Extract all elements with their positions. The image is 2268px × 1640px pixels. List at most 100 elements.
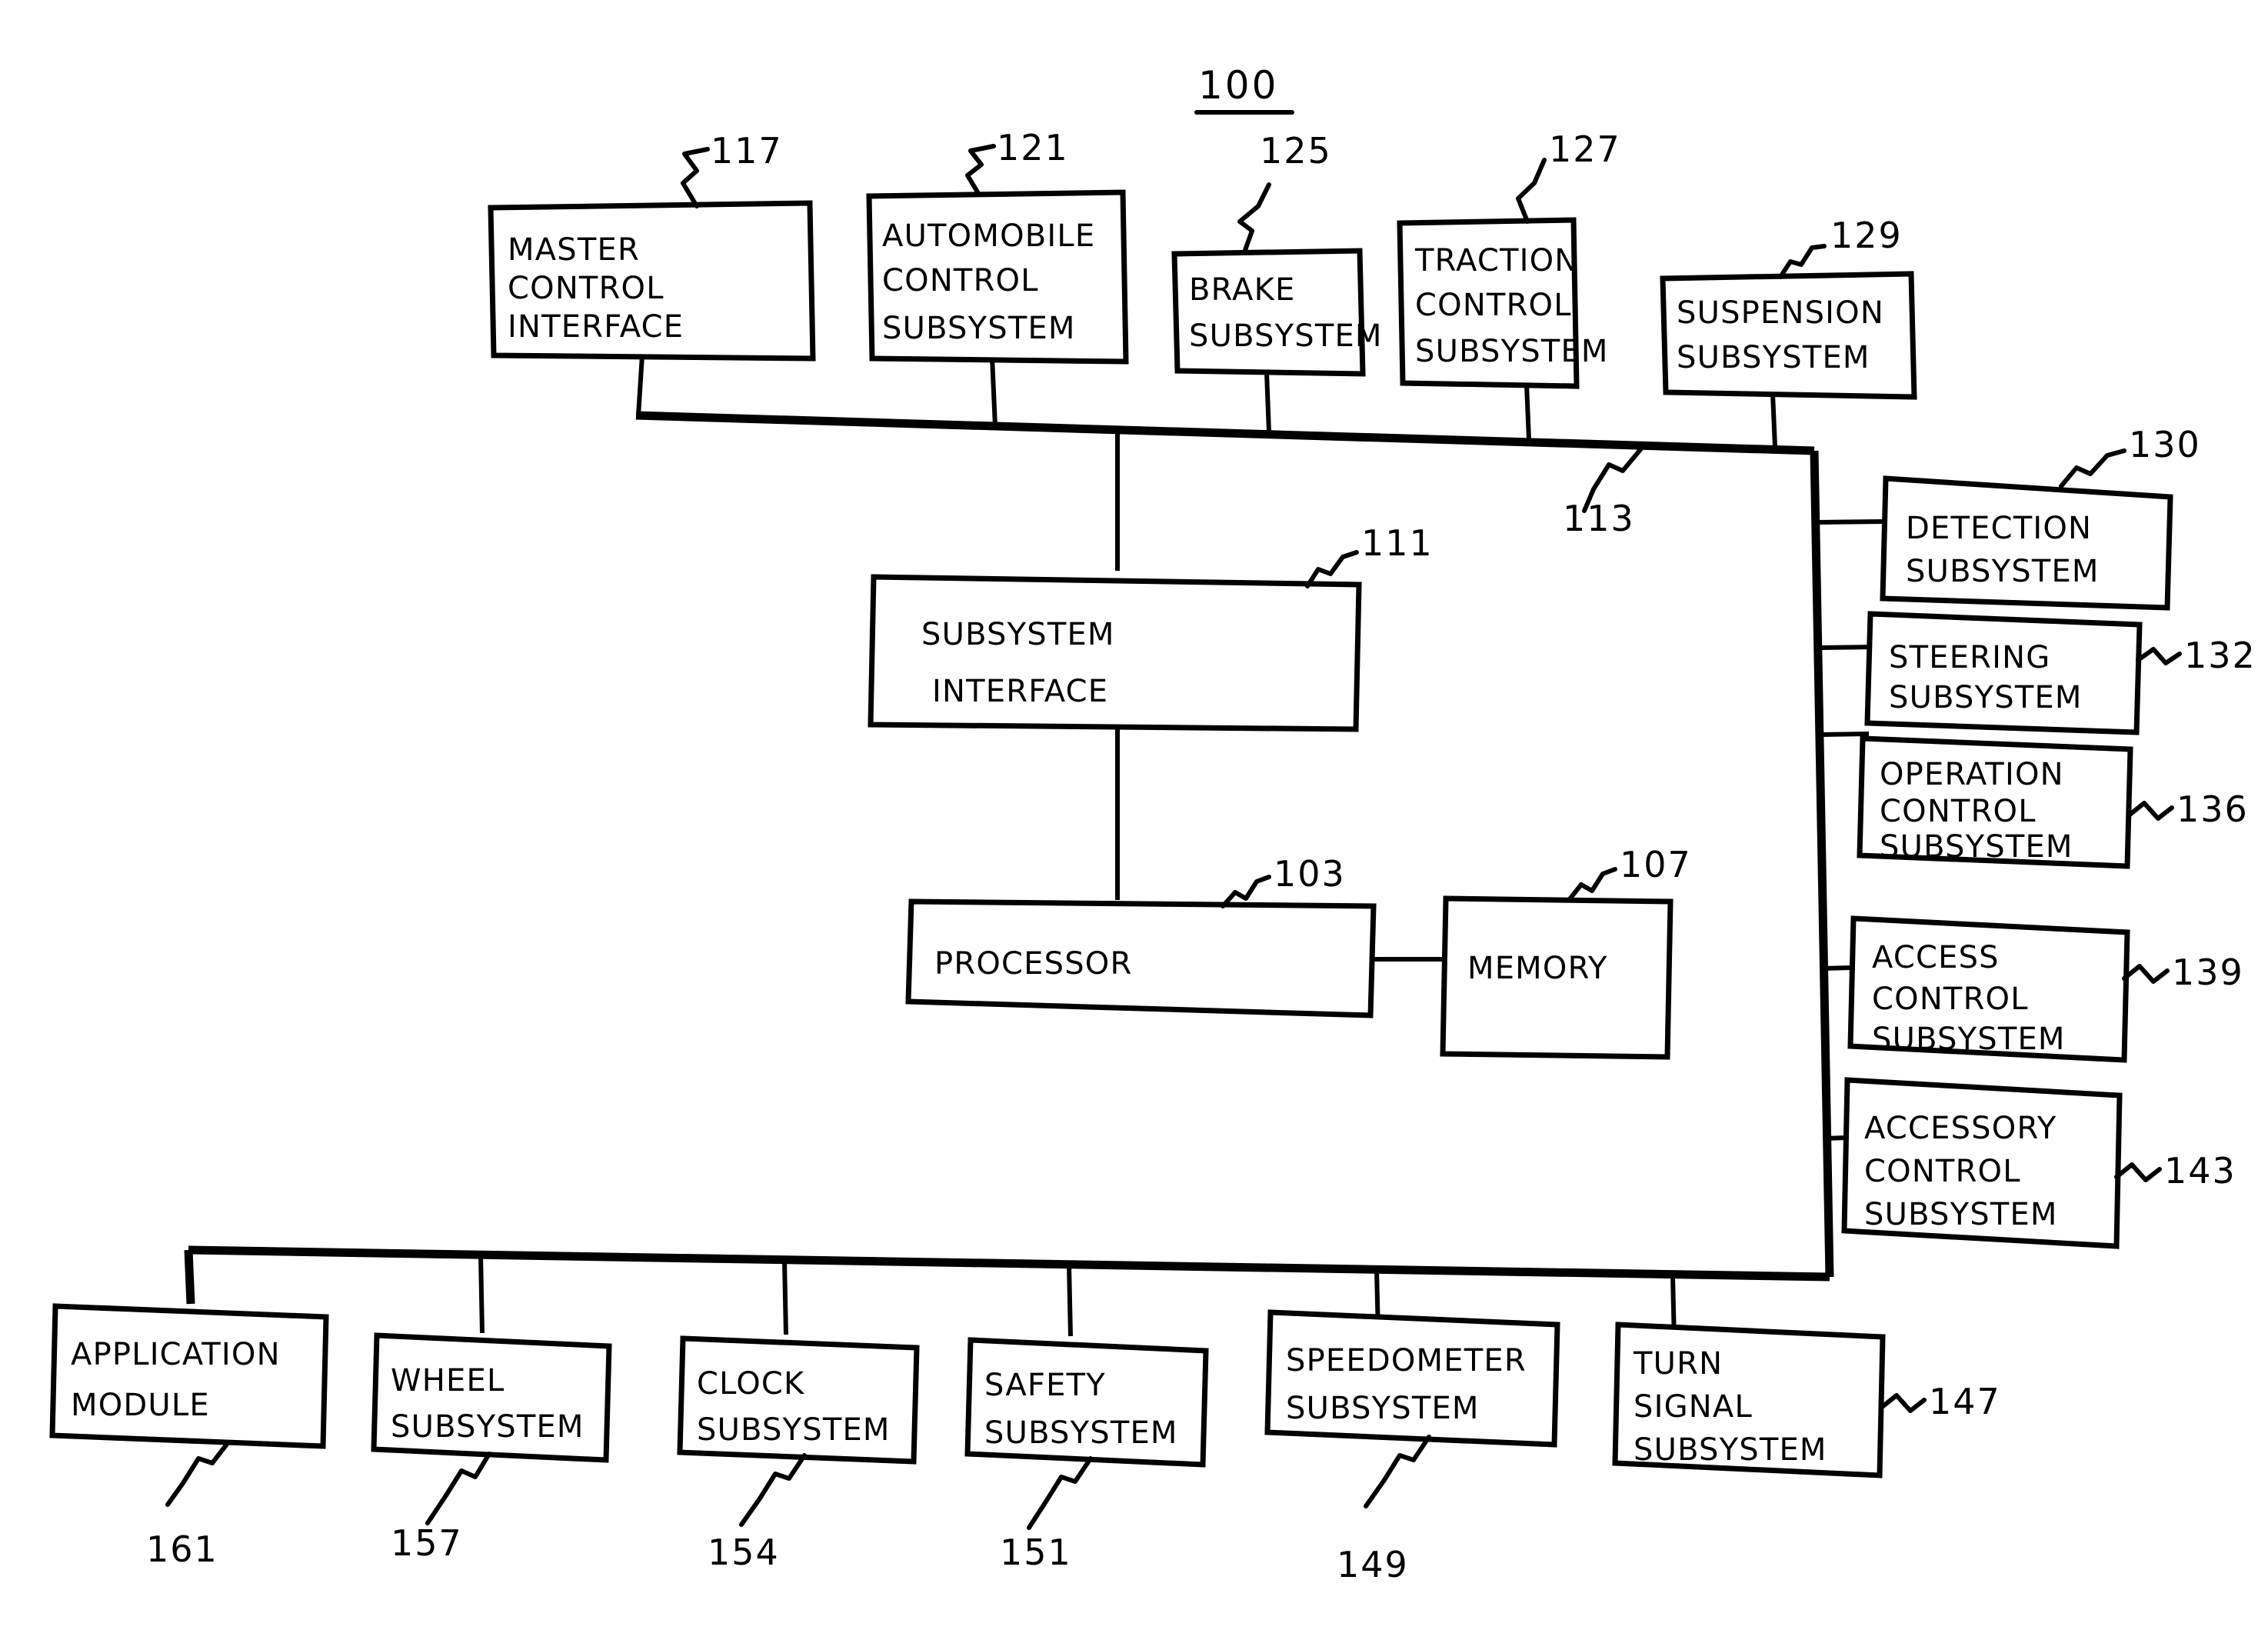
left-bus-drop — [184, 1249, 195, 1305]
leader-121 — [965, 144, 996, 197]
block-subsystem-interface-line-0: SUBSYSTEM — [921, 617, 1115, 652]
block-memory-line-0: MEMORY — [1467, 951, 1608, 986]
block-safety-subsystem[interactable]: SAFETY SUBSYSTEM 151 — [964, 1337, 1209, 1573]
leader-107 — [1567, 867, 1617, 902]
ref-161: 161 — [146, 1528, 218, 1570]
block-clock-subsystem-line-0: CLOCK — [697, 1366, 805, 1402]
ref-130: 130 — [2129, 424, 2201, 465]
block-automobile-control-subsystem-line-1: CONTROL — [882, 263, 1039, 298]
block-operation-control-subsystem-line-0: OPERATION — [1880, 757, 2064, 792]
leader-147 — [1879, 1393, 1927, 1413]
block-subsystem-interface-line-1: INTERFACE — [932, 674, 1108, 709]
connector-suspension-subsystem — [1770, 393, 1777, 448]
bottom-bus-line — [188, 1245, 1830, 1282]
ref-121: 121 — [997, 127, 1069, 168]
ref-132: 132 — [2184, 635, 2256, 676]
block-automobile-control-subsystem[interactable]: AUTOMOBILE CONTROL SUBSYSTEM 121 — [866, 127, 1129, 365]
ref-139: 139 — [2172, 952, 2244, 993]
block-suspension-subsystem-line-0: SUSPENSION — [1677, 295, 1884, 331]
ref-111: 111 — [1361, 522, 1434, 564]
ref-151: 151 — [1000, 1532, 1072, 1573]
bus-reference-113: 113 — [1563, 445, 1644, 539]
block-steering-subsystem-line-0: STEERING — [1889, 640, 2050, 675]
block-speedometer-subsystem-line-1: SUBSYSTEM — [1286, 1391, 1480, 1426]
block-application-module[interactable]: APPLICATION MODULE 161 — [49, 1303, 329, 1570]
leader-149 — [1364, 1435, 1431, 1508]
block-speedometer-subsystem[interactable]: SPEEDOMETER SUBSYSTEM 149 — [1264, 1309, 1560, 1585]
right-bus-spine — [1810, 450, 1834, 1278]
leader-117 — [681, 147, 710, 208]
block-detection-subsystem-line-0: DETECTION — [1906, 511, 2092, 546]
block-accessory-control-subsystem-line-2: SUBSYSTEM — [1864, 1197, 2058, 1232]
block-wheel-subsystem-line-1: SUBSYSTEM — [391, 1409, 584, 1445]
block-access-control-subsystem[interactable]: ACCESS CONTROL SUBSYSTEM 139 — [1847, 915, 2244, 1063]
block-application-module-line-1: MODULE — [71, 1388, 210, 1423]
block-automobile-control-subsystem-line-2: SUBSYSTEM — [882, 311, 1076, 346]
block-steering-subsystem[interactable]: STEERING SUBSYSTEM 132 — [1864, 611, 2256, 735]
block-memory[interactable]: MEMORY 107 — [1440, 844, 1692, 1060]
block-accessory-control-subsystem-line-1: CONTROL — [1864, 1154, 2021, 1189]
leader-132 — [2136, 647, 2182, 665]
block-traction-control-subsystem-line-1: CONTROL — [1415, 288, 1572, 323]
ref-117: 117 — [711, 130, 783, 172]
ref-154: 154 — [708, 1532, 780, 1573]
block-subsystem-interface[interactable]: SUBSYSTEM INTERFACE 111 — [868, 522, 1434, 732]
leader-130 — [2059, 448, 2126, 488]
connector-operation-control-subsystem — [1820, 732, 1870, 737]
block-safety-subsystem-line-1: SUBSYSTEM — [984, 1415, 1178, 1451]
block-turn-signal-subsystem-line-0: TURN — [1633, 1346, 1723, 1382]
leader-154 — [739, 1453, 807, 1527]
block-diagram-canvas: MASTER CONTROL INTERFACE 117 AUTOMOBILE … — [49, 63, 2256, 1585]
ref-136: 136 — [2176, 788, 2249, 830]
leader-103 — [1221, 875, 1271, 908]
leader-143 — [2114, 1162, 2162, 1182]
block-access-control-subsystem-line-0: ACCESS — [1872, 940, 2000, 975]
ref-125: 125 — [1260, 130, 1332, 172]
block-brake-subsystem-line-0: BRAKE — [1189, 272, 1295, 308]
figure-number-text: 100 — [1198, 63, 1278, 108]
ref-129: 129 — [1830, 215, 1903, 256]
block-turn-signal-subsystem[interactable]: TURN SIGNAL SUBSYSTEM 147 — [1612, 1322, 2001, 1478]
main-bus-line — [635, 411, 1815, 455]
block-clock-subsystem-line-1: SUBSYSTEM — [697, 1412, 891, 1448]
connector-safety-subsystem — [1067, 1264, 1073, 1337]
block-steering-subsystem-line-1: SUBSYSTEM — [1889, 680, 2083, 715]
leader-125 — [1237, 182, 1271, 255]
block-application-module-line-0: APPLICATION — [71, 1337, 281, 1372]
connector-traction-control-subsystem — [1524, 384, 1531, 441]
leader-151 — [1027, 1456, 1093, 1530]
ref-103: 103 — [1274, 853, 1346, 895]
block-clock-subsystem[interactable]: CLOCK SUBSYSTEM 154 — [677, 1335, 920, 1573]
ref-113: 113 — [1563, 498, 1635, 539]
block-master-control-interface[interactable]: MASTER CONTROL INTERFACE 117 — [488, 130, 816, 362]
block-master-control-interface-line-2: INTERFACE — [508, 309, 684, 345]
leader-111 — [1305, 550, 1359, 588]
block-processor[interactable]: PROCESSOR 103 — [905, 853, 1377, 1018]
block-application-module-outline — [49, 1303, 329, 1449]
block-detection-subsystem[interactable]: DETECTION SUBSYSTEM 130 — [1880, 424, 2201, 611]
connector-wheel-subsystem — [478, 1255, 485, 1334]
block-access-control-subsystem-line-2: SUBSYSTEM — [1872, 1022, 2066, 1057]
block-turn-signal-subsystem-line-2: SUBSYSTEM — [1634, 1432, 1827, 1468]
block-processor-line-0: PROCESSOR — [934, 946, 1132, 982]
block-traction-control-subsystem[interactable]: TRACTION CONTROL SUBSYSTEM 127 — [1397, 128, 1621, 389]
ref-127: 127 — [1549, 128, 1621, 170]
block-accessory-control-subsystem[interactable]: ACCESSORY CONTROL SUBSYSTEM 143 — [1841, 1077, 2236, 1249]
block-traction-control-subsystem-line-2: SUBSYSTEM — [1415, 334, 1609, 369]
ref-147: 147 — [1929, 1381, 2001, 1422]
block-access-control-subsystem-line-1: CONTROL — [1872, 982, 2029, 1017]
connector-clock-subsystem — [782, 1259, 788, 1335]
block-operation-control-subsystem[interactable]: OPERATION CONTROL SUBSYSTEM 136 — [1857, 735, 2249, 869]
figure-number: 100 — [1194, 63, 1294, 115]
block-detection-subsystem-line-1: SUBSYSTEM — [1906, 554, 2100, 589]
block-wheel-subsystem[interactable]: WHEEL SUBSYSTEM 157 — [371, 1332, 612, 1564]
leader-161 — [165, 1441, 230, 1507]
block-brake-subsystem[interactable]: BRAKE SUBSYSTEM 125 — [1171, 130, 1383, 377]
leader-136 — [2126, 801, 2174, 821]
block-suspension-subsystem[interactable]: SUSPENSION SUBSYSTEM 129 — [1660, 215, 1917, 400]
ref-107: 107 — [1620, 844, 1692, 885]
block-brake-subsystem-outline — [1171, 248, 1366, 377]
block-wheel-subsystem-line-0: WHEEL — [391, 1363, 505, 1398]
block-suspension-subsystem-outline — [1660, 271, 1917, 400]
ref-143: 143 — [2164, 1150, 2236, 1192]
